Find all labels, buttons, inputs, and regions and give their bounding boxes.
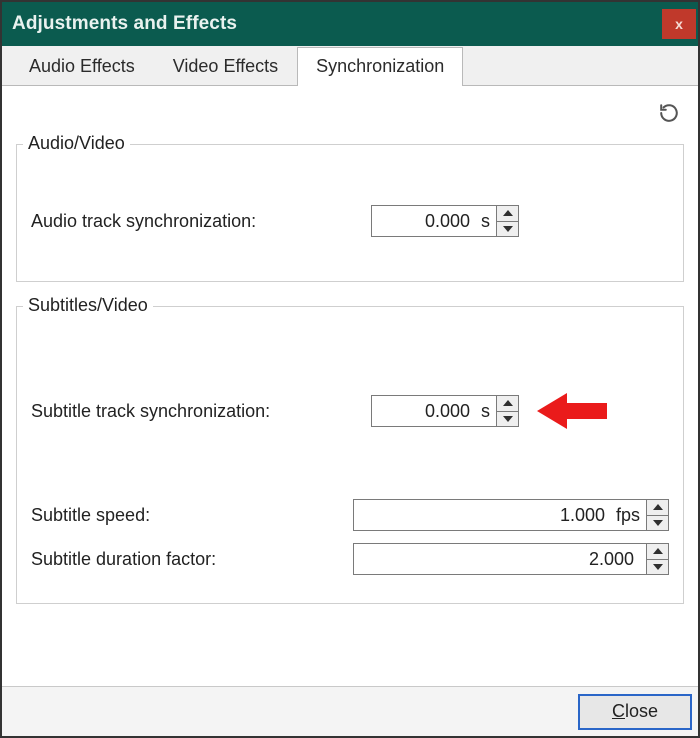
adjustments-and-effects-window: Adjustments and Effects x Audio Effects … <box>0 0 700 738</box>
refresh-icon[interactable] <box>656 100 682 126</box>
subtitle-duration-stepper <box>646 544 668 574</box>
tab-label: Audio Effects <box>29 56 135 77</box>
close-icon: x <box>675 16 683 32</box>
subtitle-sync-stepper <box>496 396 518 426</box>
subtitle-speed-value[interactable]: 1.000 <box>354 500 611 530</box>
tab-synchronization[interactable]: Synchronization <box>297 47 463 85</box>
subtitle-sync-value[interactable]: 0.000 <box>372 396 476 426</box>
close-button-rest: lose <box>625 701 658 722</box>
subtitle-sync-spinner[interactable]: 0.000 s <box>371 395 519 427</box>
subtitle-sync-unit: s <box>476 396 496 426</box>
callout-arrow-icon <box>537 389 607 433</box>
group-legend: Audio/Video <box>23 133 130 154</box>
subtitle-duration-label: Subtitle duration factor: <box>31 549 333 570</box>
tab-audio-effects[interactable]: Audio Effects <box>10 47 154 85</box>
audio-sync-unit: s <box>476 206 496 236</box>
subtitle-speed-stepper <box>646 500 668 530</box>
subtitle-sync-label: Subtitle track synchronization: <box>31 401 351 422</box>
dialog-footer: Close <box>2 686 698 736</box>
spinner-down-icon[interactable] <box>647 515 668 531</box>
spinner-up-icon[interactable] <box>497 396 518 411</box>
audio-sync-value[interactable]: 0.000 <box>372 206 476 236</box>
subtitle-duration-spinner[interactable]: 2.000 <box>353 543 669 575</box>
group-audio-video: Audio/Video Audio track synchronization:… <box>16 144 684 282</box>
subtitle-speed-label: Subtitle speed: <box>31 505 333 526</box>
window-title: Adjustments and Effects <box>12 13 237 35</box>
group-legend: Subtitles/Video <box>23 295 153 316</box>
panel-toolbar <box>16 96 684 134</box>
window-close-button[interactable]: x <box>662 9 696 39</box>
spinner-down-icon[interactable] <box>647 559 668 575</box>
spinner-up-icon[interactable] <box>647 544 668 559</box>
spinner-up-icon[interactable] <box>497 206 518 221</box>
subtitle-speed-spinner[interactable]: 1.000 fps <box>353 499 669 531</box>
tab-bar: Audio Effects Video Effects Synchronizat… <box>2 46 698 86</box>
group-subtitles-video: Subtitles/Video Subtitle track synchroni… <box>16 306 684 604</box>
tab-label: Video Effects <box>173 56 278 77</box>
spinner-up-icon[interactable] <box>647 500 668 515</box>
subtitle-speed-unit: fps <box>611 500 646 530</box>
tab-label: Synchronization <box>316 56 444 77</box>
close-button[interactable]: Close <box>578 694 692 730</box>
tab-video-effects[interactable]: Video Effects <box>154 47 297 85</box>
spinner-down-icon[interactable] <box>497 221 518 237</box>
audio-sync-label: Audio track synchronization: <box>31 211 351 232</box>
titlebar: Adjustments and Effects x <box>2 2 698 46</box>
audio-sync-stepper <box>496 206 518 236</box>
subtitle-duration-value[interactable]: 2.000 <box>354 544 640 574</box>
audio-sync-spinner[interactable]: 0.000 s <box>371 205 519 237</box>
synchronization-panel: Audio/Video Audio track synchronization:… <box>2 86 698 686</box>
close-button-accel: C <box>612 701 625 722</box>
spinner-down-icon[interactable] <box>497 411 518 427</box>
